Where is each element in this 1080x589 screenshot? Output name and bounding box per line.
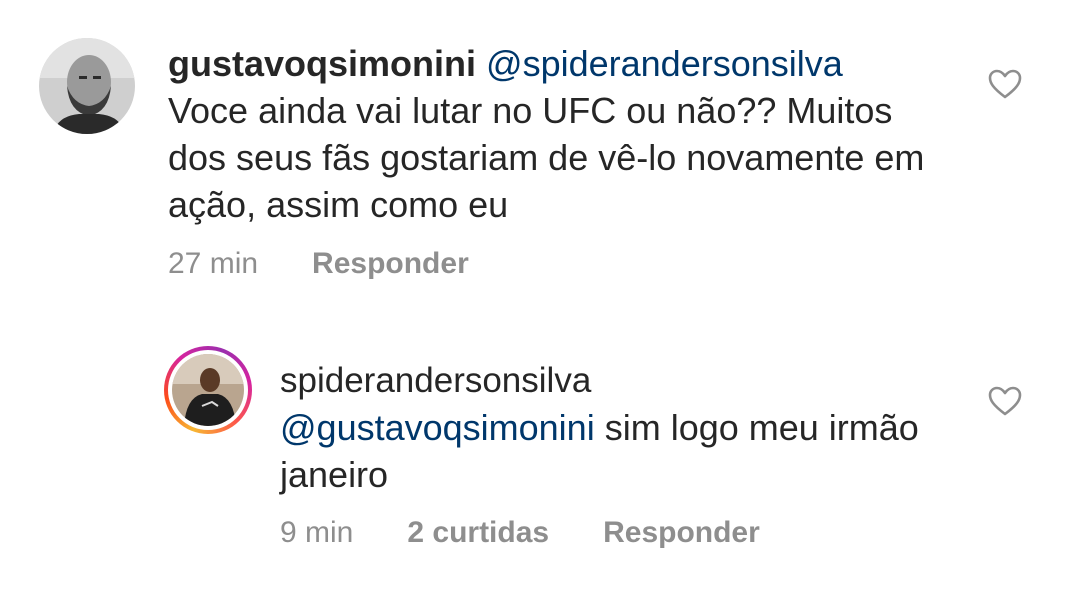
comment-username[interactable]: gustavoqsimonini xyxy=(168,43,476,84)
reply-username[interactable]: spiderandersonsilva xyxy=(280,361,591,400)
comment-time: 27 min xyxy=(168,247,259,280)
reply-time: 9 min xyxy=(280,516,354,549)
likes-count-button[interactable]: 2 curtidas xyxy=(407,515,549,551)
like-heart-icon[interactable] xyxy=(987,385,1023,417)
avatar-story-ring[interactable] xyxy=(164,346,252,434)
comment-text: gustavoqsimonini @spiderandersonsilva Vo… xyxy=(168,40,928,228)
reply-button[interactable]: Responder xyxy=(312,246,469,282)
user-photo-icon xyxy=(39,38,135,134)
comment-meta: 27 min Responder xyxy=(168,246,469,282)
avatar-gustavoqsimonini[interactable] xyxy=(39,38,135,134)
like-heart-icon[interactable] xyxy=(987,68,1023,100)
reply-meta: 9 min 2 curtidas Responder xyxy=(280,515,760,551)
mention-link[interactable]: @spiderandersonsilva xyxy=(486,43,843,84)
reply-text: spiderandersonsilva @gustavoqsimonini sim… xyxy=(280,356,940,498)
comment-body: Voce ainda vai lutar no UFC ou não?? Mui… xyxy=(168,90,925,225)
user-photo-icon xyxy=(172,354,244,426)
mention-link[interactable]: @gustavoqsimonini xyxy=(280,407,595,448)
reply-button[interactable]: Responder xyxy=(603,515,760,551)
avatar-spiderandersonsilva[interactable] xyxy=(172,354,244,426)
